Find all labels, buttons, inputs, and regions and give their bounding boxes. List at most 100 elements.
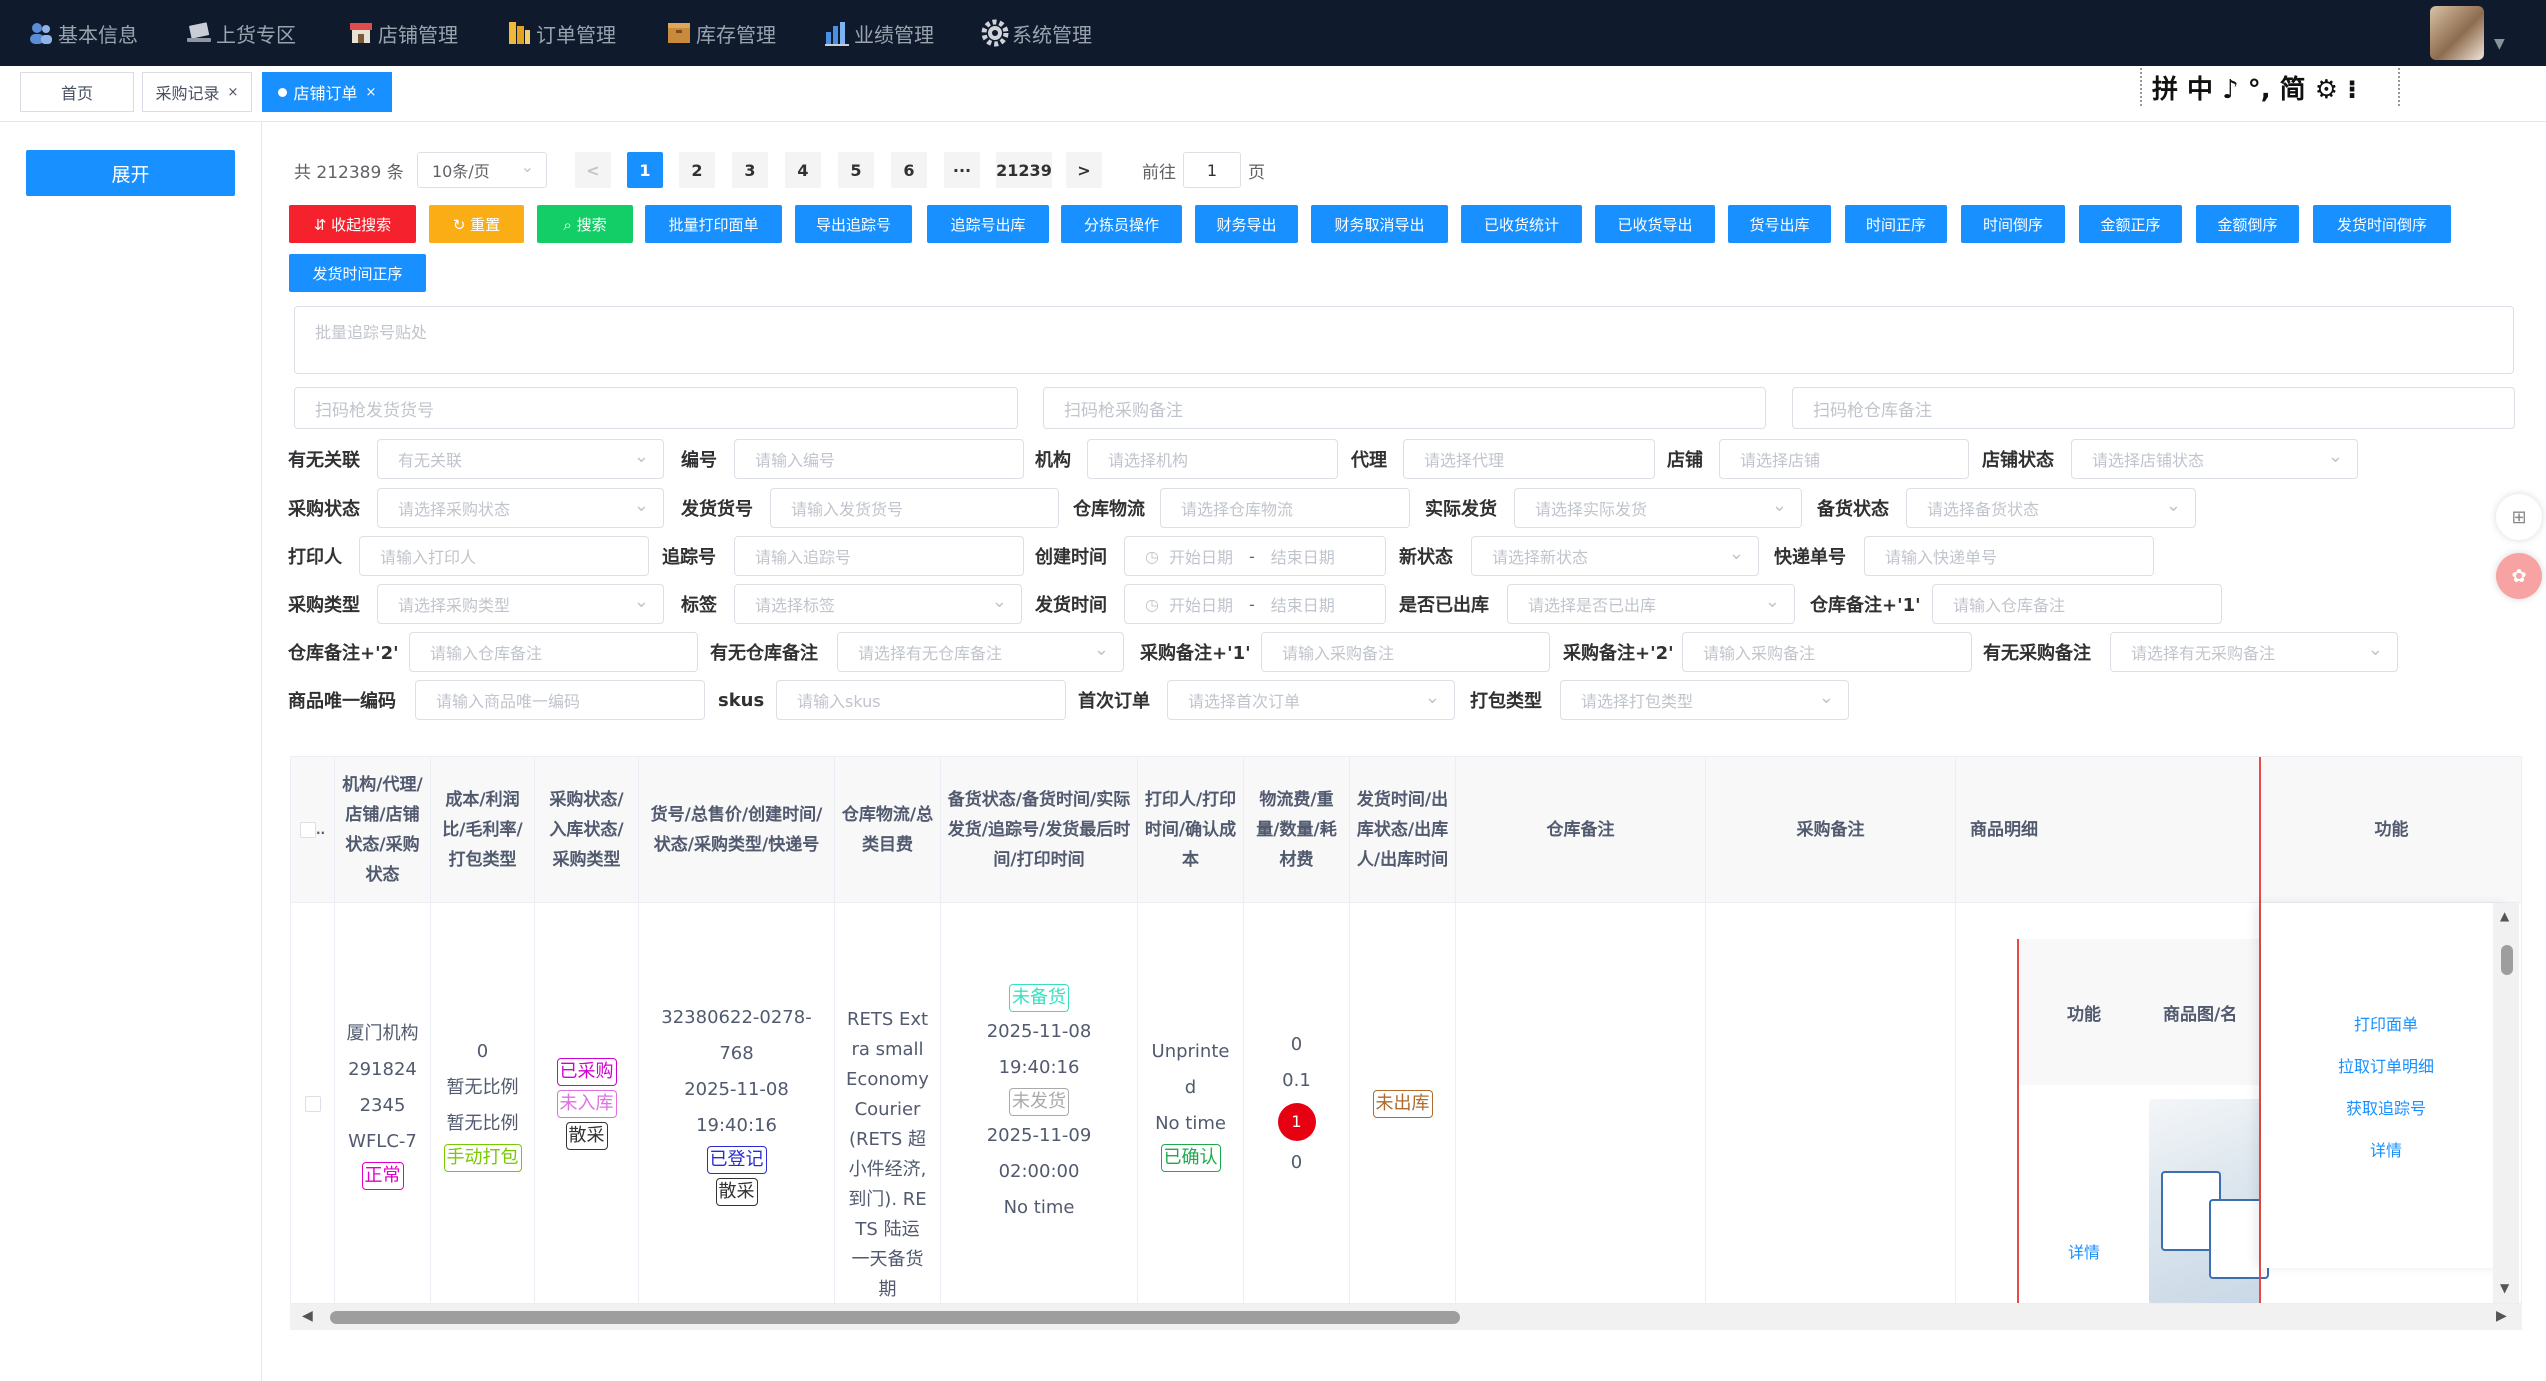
warehouse-logistics-select[interactable]: 请选择仓库物流 bbox=[1160, 488, 1410, 528]
tab-store-orders[interactable]: 店铺订单 × bbox=[262, 72, 392, 112]
export-tracking-button[interactable]: 导出追踪号 bbox=[795, 205, 912, 243]
agent-select[interactable]: 请选择代理 bbox=[1403, 439, 1655, 479]
pack-type-select[interactable]: 请选择打包类型 bbox=[1560, 680, 1849, 720]
nav-item-store-management[interactable]: 店铺管理 bbox=[346, 14, 458, 52]
page-button[interactable]: 2 bbox=[679, 152, 715, 188]
row-select-cell[interactable] bbox=[291, 903, 335, 1303]
ime-toolbar[interactable]: 拼 中 ♪ °, 简 ⚙ ⁝ bbox=[2140, 68, 2400, 106]
page-size-select[interactable]: 10条/页 bbox=[417, 152, 547, 188]
purchase-status-select[interactable]: 请选择采购状态 bbox=[377, 488, 664, 528]
scroll-down-icon[interactable]: ▼ bbox=[2500, 1281, 2509, 1295]
nav-item-basic-info[interactable]: 基本信息 bbox=[26, 14, 138, 52]
prev-page-button[interactable]: < bbox=[575, 152, 611, 188]
user-avatar[interactable] bbox=[2430, 6, 2484, 60]
purchase-note2-input[interactable]: 请输入采购备注 bbox=[1682, 632, 1972, 672]
nav-item-order-management[interactable]: 订单管理 bbox=[504, 14, 616, 52]
tag-select[interactable]: 请选择标签 bbox=[734, 584, 1022, 624]
close-icon[interactable]: × bbox=[366, 85, 377, 100]
scroll-thumb[interactable] bbox=[330, 1311, 1460, 1324]
finance-export-button[interactable]: 财务导出 bbox=[1195, 205, 1298, 243]
nav-item-inventory-management[interactable]: 库存管理 bbox=[664, 14, 776, 52]
product-image[interactable] bbox=[2149, 1099, 2269, 1303]
scan-warehouse-note-input[interactable]: 扫码枪仓库备注 bbox=[1792, 387, 2515, 429]
detail-function-link[interactable]: 详情 bbox=[2370, 1137, 2402, 1161]
select-all-header[interactable]: .. bbox=[291, 757, 335, 903]
grid-widget-icon[interactable]: ⊞ bbox=[2496, 494, 2542, 540]
created-date-range[interactable]: ◷ 开始日期 - 结束日期 bbox=[1124, 536, 1386, 576]
received-stats-button[interactable]: 已收货统计 bbox=[1461, 205, 1582, 243]
has-purchase-note-select[interactable]: 请选择有无采购备注 bbox=[2110, 632, 2398, 672]
has-warehouse-note-select[interactable]: 请选择有无仓库备注 bbox=[837, 632, 1124, 672]
received-export-button[interactable]: 已收货导出 bbox=[1595, 205, 1715, 243]
nav-item-upload[interactable]: 上货专区 bbox=[184, 14, 296, 52]
page-button[interactable]: 1 bbox=[627, 152, 663, 188]
scan-purchase-note-input[interactable]: 扫码枪采购备注 bbox=[1043, 387, 1766, 429]
scroll-up-icon[interactable]: ▲ bbox=[2500, 909, 2509, 923]
time-desc-button[interactable]: 时间倒序 bbox=[1961, 205, 2065, 243]
page-button[interactable]: 6 bbox=[891, 152, 927, 188]
store-select[interactable]: 请选择店铺 bbox=[1719, 439, 1969, 479]
finance-cancel-export-button[interactable]: 财务取消导出 bbox=[1311, 205, 1448, 243]
pull-order-detail-link[interactable]: 拉取订单明细 bbox=[2338, 1053, 2434, 1077]
skus-input[interactable]: 请输入skus bbox=[776, 680, 1066, 720]
purchase-type-select[interactable]: 请选择采购类型 bbox=[377, 584, 664, 624]
batch-tracking-textarea[interactable]: 批量追踪号贴处 bbox=[294, 306, 2514, 374]
page-ellipsis-button[interactable]: ··· bbox=[944, 152, 980, 188]
new-status-select[interactable]: 请选择新状态 bbox=[1471, 536, 1759, 576]
scan-ship-no-input[interactable]: 扫码枪发货货号 bbox=[294, 387, 1018, 429]
chat-widget-icon[interactable]: ✿ bbox=[2496, 553, 2542, 599]
select-all-checkbox[interactable] bbox=[299, 821, 316, 838]
page-button[interactable]: 4 bbox=[785, 152, 821, 188]
page-button[interactable]: 5 bbox=[838, 152, 874, 188]
first-order-select[interactable]: 请选择首次订单 bbox=[1167, 680, 1455, 720]
printer-input[interactable]: 请输入打印人 bbox=[359, 536, 649, 576]
tab-purchase-records[interactable]: 采购记录 × bbox=[142, 72, 252, 112]
express-no-input[interactable]: 请输入快递单号 bbox=[1864, 536, 2154, 576]
vertical-scrollbar[interactable]: ▲ ▼ bbox=[2493, 903, 2519, 1303]
ship-date-range[interactable]: ◷ 开始日期 - 结束日期 bbox=[1124, 584, 1386, 624]
tracking-input[interactable]: 请输入追踪号 bbox=[734, 536, 1024, 576]
number-input[interactable]: 请输入编号 bbox=[734, 439, 1024, 479]
outbound-select[interactable]: 请选择是否已出库 bbox=[1507, 584, 1795, 624]
goto-page-input[interactable]: 1 bbox=[1183, 152, 1241, 188]
actual-ship-select[interactable]: 请选择实际发货 bbox=[1514, 488, 1802, 528]
warehouse-note2-input[interactable]: 请输入仓库备注 bbox=[409, 632, 698, 672]
print-label-link[interactable]: 打印面单 bbox=[2354, 1011, 2418, 1035]
collapse-search-button[interactable]: ⇵ 收起搜索 bbox=[289, 205, 416, 243]
store-status-select[interactable]: 请选择店铺状态 bbox=[2071, 439, 2358, 479]
batch-print-button[interactable]: 批量打印面单 bbox=[645, 205, 782, 243]
get-tracking-link[interactable]: 获取追踪号 bbox=[2346, 1095, 2426, 1119]
stock-status-select[interactable]: 请选择备货状态 bbox=[1906, 488, 2196, 528]
nav-item-performance-management[interactable]: 业绩管理 bbox=[822, 14, 934, 52]
next-page-button[interactable]: > bbox=[1066, 152, 1102, 188]
scroll-thumb[interactable] bbox=[2501, 945, 2513, 975]
ship-time-asc-button[interactable]: 发货时间正序 bbox=[289, 254, 426, 292]
item-no-outbound-button[interactable]: 货号出库 bbox=[1728, 205, 1831, 243]
warehouse-note1-input[interactable]: 请输入仓库备注 bbox=[1932, 584, 2222, 624]
time-asc-button[interactable]: 时间正序 bbox=[1845, 205, 1947, 243]
scroll-right-icon[interactable]: ▶ bbox=[2496, 1308, 2507, 1324]
detail-link[interactable]: 详情 bbox=[2019, 1239, 2149, 1263]
tab-home[interactable]: 首页 bbox=[20, 72, 134, 112]
amount-desc-button[interactable]: 金额倒序 bbox=[2196, 205, 2299, 243]
reset-button[interactable]: ↻ 重置 bbox=[429, 205, 524, 243]
relation-select[interactable]: 有无关联 bbox=[377, 439, 664, 479]
ship-no-input[interactable]: 请输入发货货号 bbox=[770, 488, 1059, 528]
unique-code-input[interactable]: 请输入商品唯一编码 bbox=[415, 680, 705, 720]
nav-item-system-management[interactable]: 系统管理 bbox=[980, 14, 1092, 52]
org-select[interactable]: 请选择机构 bbox=[1087, 439, 1338, 479]
horizontal-scrollbar[interactable]: ◀ ▶ bbox=[290, 1304, 2522, 1330]
expand-button[interactable]: 展开 bbox=[26, 150, 235, 196]
search-button[interactable]: ⌕ 搜索 bbox=[537, 205, 633, 243]
sorter-operation-button[interactable]: 分拣员操作 bbox=[1061, 205, 1182, 243]
amount-asc-button[interactable]: 金额正序 bbox=[2079, 205, 2182, 243]
close-icon[interactable]: × bbox=[228, 85, 239, 100]
page-button[interactable]: 3 bbox=[732, 152, 768, 188]
page-button[interactable]: 21239 bbox=[996, 152, 1052, 188]
chevron-down-icon[interactable]: ▼ bbox=[2494, 36, 2505, 52]
ship-time-desc-button[interactable]: 发货时间倒序 bbox=[2313, 205, 2451, 243]
tracking-outbound-button[interactable]: 追踪号出库 bbox=[927, 205, 1049, 243]
purchase-note1-input[interactable]: 请输入采购备注 bbox=[1261, 632, 1550, 672]
scroll-left-icon[interactable]: ◀ bbox=[302, 1308, 313, 1324]
row-checkbox[interactable] bbox=[304, 1096, 321, 1112]
